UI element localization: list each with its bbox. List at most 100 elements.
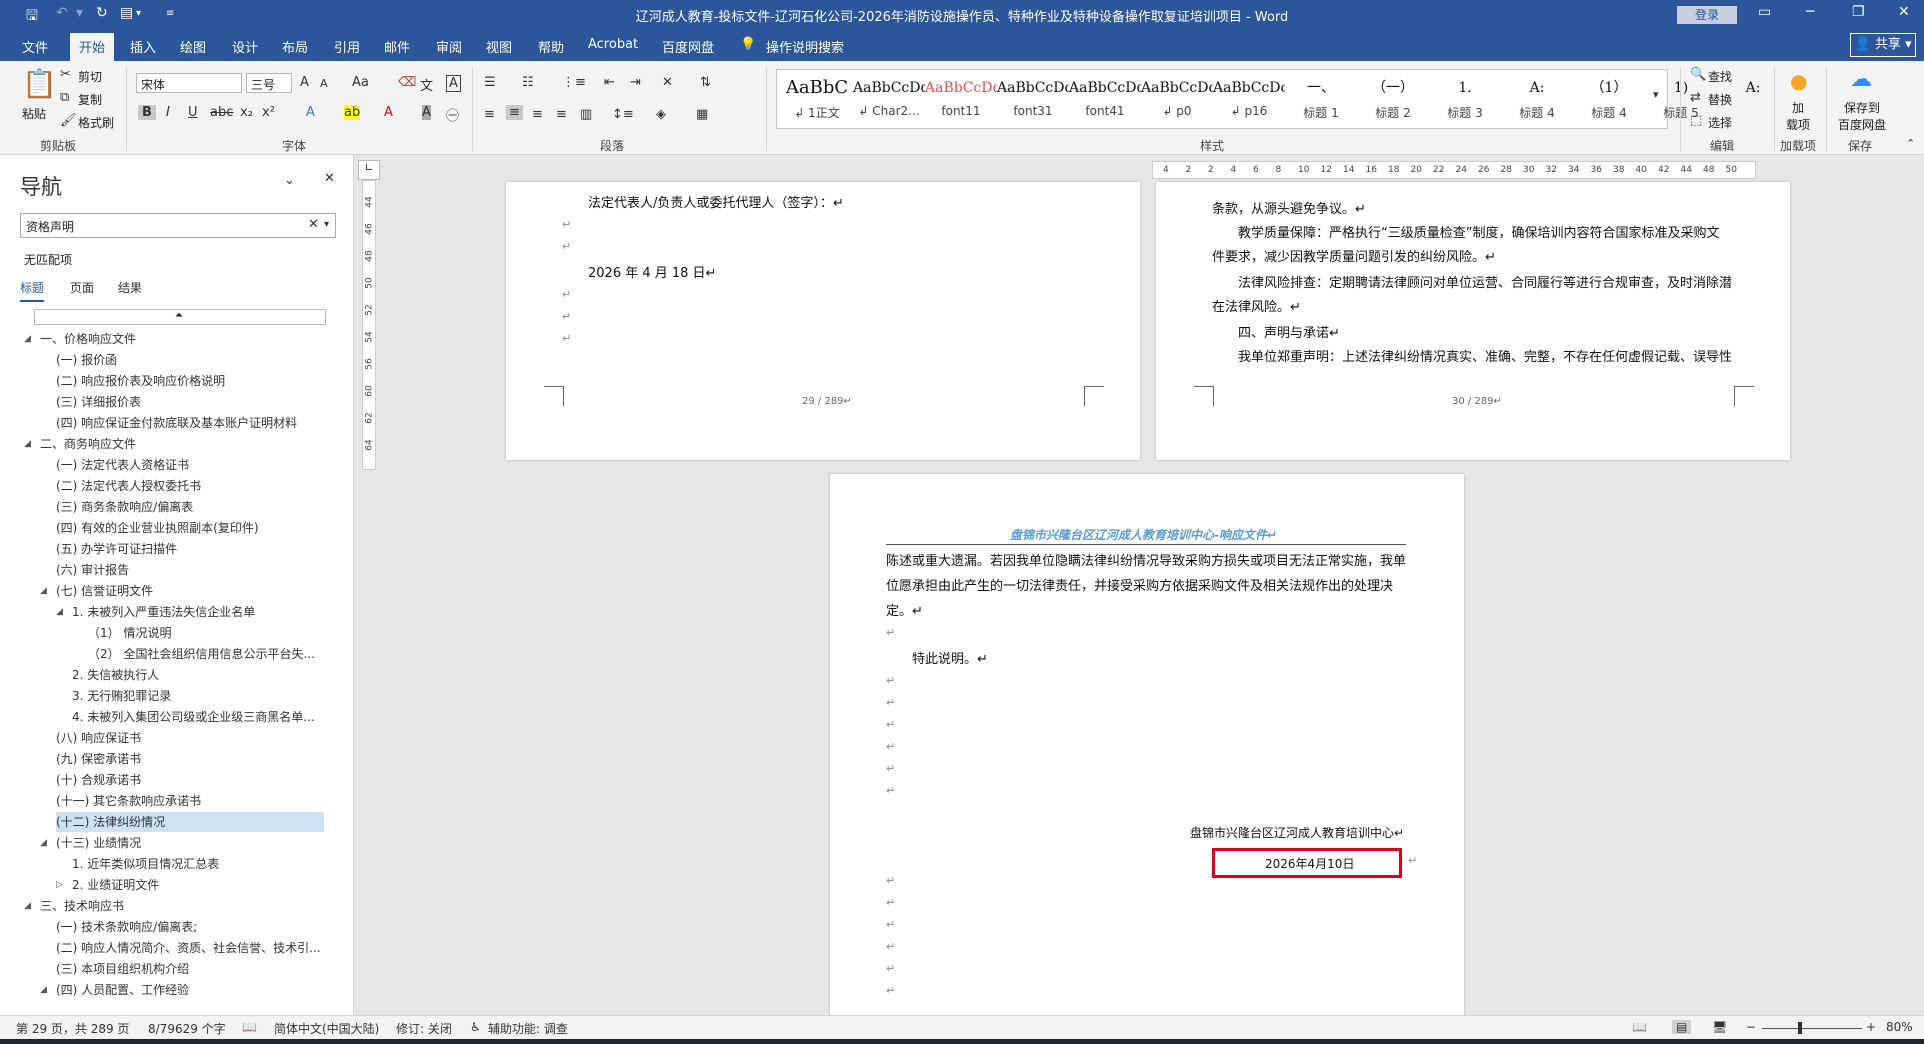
italic-icon[interactable]: I (166, 105, 170, 120)
nav-heading-item[interactable]: 4. 未被列入集团公司级或企业级三商黑名单... (72, 707, 315, 727)
distributed-icon[interactable]: ▥ (580, 107, 592, 122)
justify-icon[interactable]: ≡ (556, 107, 567, 122)
chinese-layout-icon[interactable]: ✕ (662, 75, 673, 90)
style-item[interactable]: AaBbCcDdI font11 (925, 74, 997, 118)
font-size-select[interactable]: 三号 (246, 73, 292, 93)
minimize-icon[interactable]: ─ (1806, 4, 1814, 20)
style-item[interactable]: AaBbCcDc font31 (997, 74, 1069, 118)
cut-button[interactable]: 剪切 (78, 68, 102, 85)
text-effect-icon[interactable]: A (306, 105, 315, 120)
styles-more-icon[interactable]: ▾ (1653, 88, 1659, 101)
style-item[interactable]: AaBbC ↲ 1正文 (781, 74, 853, 121)
copy-button[interactable]: 复制 (78, 91, 102, 108)
save-netdisk-button[interactable]: 保存到 百度网盘 (1838, 99, 1886, 133)
enclose-char-icon[interactable]: ㊀ (446, 105, 459, 124)
replace-icon[interactable]: ⇄ (1690, 90, 1701, 105)
nav-heading-item[interactable]: (七) 信誉证明文件 (56, 581, 153, 601)
nav-search-input[interactable]: 资格声明 (20, 213, 336, 238)
find-icon[interactable]: 🔍 (1690, 67, 1706, 82)
baidu-cloud-icon[interactable]: ☁ (1850, 67, 1872, 92)
close-icon[interactable]: ✕ (1898, 4, 1910, 20)
align-left-icon[interactable]: ≡ (484, 107, 495, 122)
nav-tab-results[interactable]: 结果 (118, 279, 142, 296)
clear-format-icon[interactable]: ⌫ (398, 75, 416, 90)
expand-caret-icon[interactable]: ◢ (40, 586, 47, 596)
nav-scroll-up[interactable]: ⏶ (34, 309, 326, 325)
nav-heading-item[interactable]: (四) 响应保证金付款底联及基本账户证明材料 (56, 413, 297, 433)
style-item[interactable]: AaBbCcDdI ↲ Char2... (853, 74, 925, 118)
highlight-icon[interactable]: ab (344, 105, 361, 120)
nav-options-icon[interactable]: ⌄ (284, 173, 295, 188)
zoom-in-icon[interactable]: + (1866, 1020, 1876, 1034)
expand-caret-icon[interactable]: ◢ (24, 901, 31, 911)
decrease-indent-icon[interactable]: ⇤ (604, 75, 615, 90)
bullets-icon[interactable]: ☰ (484, 75, 496, 90)
print-layout-icon[interactable]: ▤ (1672, 1020, 1692, 1034)
align-right-icon[interactable]: ≡ (532, 107, 543, 122)
zoom-out-icon[interactable]: − (1746, 1020, 1756, 1034)
ribbon-display-icon[interactable]: ▭ (1758, 4, 1771, 20)
style-item[interactable]: A: 标题 4 (1501, 74, 1573, 121)
nav-heading-item[interactable]: (十二) 法律纠纷情况 (56, 812, 324, 832)
expand-caret-icon[interactable]: ◢ (56, 607, 63, 617)
tab-layout[interactable]: 布局 (282, 37, 308, 56)
font-name-select[interactable]: 宋体 (136, 73, 242, 93)
change-case-icon[interactable]: Aa (352, 75, 369, 90)
replace-button[interactable]: 替换 (1708, 91, 1732, 108)
nav-heading-item[interactable]: 1. 近年类似项目情况汇总表 (72, 854, 219, 874)
collapse-ribbon-icon[interactable]: ⌃ (1906, 137, 1915, 150)
proofing-icon[interactable]: 📖 (242, 1020, 257, 1034)
copy-icon[interactable]: ⧉ (60, 90, 69, 105)
expand-caret-icon[interactable]: ◢ (24, 439, 31, 449)
format-painter-icon[interactable]: 🖌 (60, 113, 77, 128)
nav-heading-item[interactable]: (六) 审计报告 (56, 560, 129, 580)
addins-icon[interactable]: ● (1790, 69, 1807, 93)
tab-design[interactable]: 设计 (232, 37, 258, 56)
nav-heading-item[interactable]: 2. 失信被执行人 (72, 665, 159, 685)
search-options-icon[interactable]: ▾ (324, 219, 329, 230)
select-button[interactable]: 选择 (1708, 114, 1732, 131)
select-icon[interactable]: ⬚ (1690, 113, 1702, 128)
nav-heading-item[interactable]: (二) 法定代表人授权委托书 (56, 476, 201, 496)
login-button[interactable]: 登录 (1677, 6, 1737, 24)
nav-heading-item[interactable]: (十) 合规承诺书 (56, 770, 141, 790)
style-item[interactable]: （一） 标题 2 (1357, 74, 1429, 121)
expand-caret-icon[interactable]: ◢ (24, 334, 31, 344)
superscript-icon[interactable]: x² (262, 105, 275, 120)
track-changes[interactable]: 修订: 关闭 (396, 1020, 452, 1037)
nav-heading-item[interactable]: 1. 未被列入严重违法失信企业名单 (72, 602, 255, 622)
tell-me-search[interactable]: 操作说明搜索 (766, 37, 844, 56)
strikethrough-icon[interactable]: abc (210, 105, 233, 120)
sort-icon[interactable]: ⇅ (700, 75, 711, 90)
shading-icon[interactable]: ◈ (656, 107, 666, 122)
paste-button[interactable]: 粘贴 (22, 105, 46, 122)
nav-heading-item[interactable]: 3. 无行贿犯罪记录 (72, 686, 171, 706)
nav-heading-item[interactable]: (一) 技术条款响应/偏离表; (56, 917, 197, 937)
nav-heading-item[interactable]: (五) 办学许可证扫描件 (56, 539, 177, 559)
char-shading-icon[interactable]: A (422, 105, 431, 120)
nav-heading-item[interactable]: (八) 响应保证书 (56, 728, 141, 748)
numbering-icon[interactable]: ☷ (522, 75, 534, 90)
tab-insert[interactable]: 插入 (130, 37, 156, 56)
expand-caret-icon[interactable]: ◢ (40, 985, 47, 995)
nav-heading-item[interactable]: (三) 商务条款响应/偏离表 (56, 497, 193, 517)
paste-icon[interactable]: 📋 (22, 67, 57, 100)
nav-heading-item[interactable]: 一、价格响应文件 (40, 329, 136, 349)
nav-heading-item[interactable]: （1） 情况说明 (88, 623, 171, 643)
tab-home[interactable]: 开始 (70, 33, 115, 61)
nav-heading-item[interactable]: (三) 详细报价表 (56, 392, 141, 412)
nav-heading-item[interactable]: (九) 保密承诺书 (56, 749, 141, 769)
nav-heading-item[interactable]: (二) 响应人情况简介、资质、社会信誉、技术引... (56, 938, 321, 958)
zoom-thumb[interactable] (1798, 1022, 1802, 1034)
style-item[interactable]: 1. 标题 3 (1429, 74, 1501, 121)
nav-heading-item[interactable]: (四) 人员配置、工作经验 (56, 980, 189, 1000)
increase-indent-icon[interactable]: ⇥ (630, 75, 641, 90)
tab-selector[interactable]: ∟ (358, 160, 380, 180)
read-mode-icon[interactable]: 📖 (1632, 1020, 1647, 1034)
char-border-icon[interactable]: A (446, 75, 461, 92)
nav-heading-item[interactable]: 2. 业绩证明文件 (72, 875, 159, 895)
style-item[interactable]: AaBbCcDc ↲ p16 (1213, 74, 1285, 118)
tab-review[interactable]: 审阅 (436, 37, 462, 56)
grow-font-icon[interactable]: A (300, 75, 309, 90)
nav-heading-item[interactable]: （2） 全国社会组织信用信息公示平台失... (88, 644, 315, 664)
